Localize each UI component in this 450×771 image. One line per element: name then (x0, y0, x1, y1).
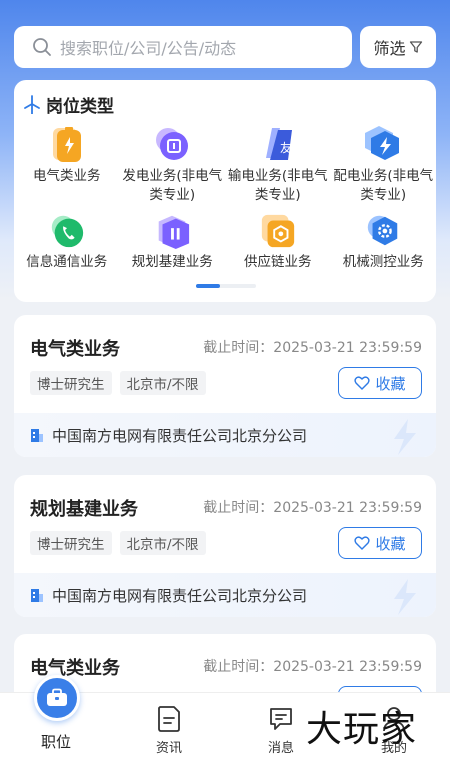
carousel-indicator (196, 284, 256, 288)
search-icon (33, 38, 51, 56)
filter-label: 筛选 (373, 39, 406, 58)
lightning-decoration-icon (394, 579, 416, 615)
tab-label: 消息 (267, 741, 294, 756)
favorite-label: 收藏 (375, 534, 406, 553)
category-item-it-telecom[interactable]: 信息通信业务 (14, 212, 120, 272)
supply-icon (261, 214, 294, 248)
job-title: 电气类业务 (30, 339, 120, 360)
heart-icon (354, 376, 371, 390)
tab-jobs[interactable]: 职位 (0, 675, 112, 771)
category-item-planning[interactable]: 规划基建业务 (120, 212, 226, 272)
category-title: 岗位类型 (22, 92, 114, 117)
company-name: 中国南方电网有限责任公司北京分公司 (52, 426, 308, 445)
tab-active-indicator (34, 675, 80, 721)
search-input[interactable]: 搜索职位/公司/公告/动态 (14, 26, 352, 68)
transmission-icon: 友 (265, 128, 292, 160)
job-deadline: 截止时间：2025-03-21 23:59:59 (203, 659, 422, 675)
top-bar: 搜索职位/公司/公告/动态 筛选 (14, 26, 436, 68)
job-card[interactable]: 规划基建业务 截止时间：2025-03-21 23:59:59 博士研究生 北京… (14, 475, 436, 617)
search-placeholder: 搜索职位/公司/公告/动态 (60, 39, 237, 58)
svg-text:友: 友 (280, 141, 292, 155)
category-label: 供应链业务 (244, 254, 312, 270)
category-label: 机械测控业务 (342, 254, 424, 270)
category-item-power-generation[interactable]: 发电业务(非电气类专业) (120, 124, 226, 212)
education-tag: 博士研究生 (30, 371, 112, 395)
lightning-icon (365, 126, 400, 160)
heart-icon (354, 536, 371, 550)
power-plant-icon (156, 128, 189, 160)
favorite-button[interactable]: 收藏 (338, 527, 422, 559)
news-icon (158, 706, 180, 732)
gear-icon (368, 215, 398, 246)
company-building-icon (31, 429, 43, 442)
wind-turbine-icon (24, 94, 40, 114)
tab-news[interactable]: 资讯 (113, 693, 225, 771)
category-label: 规划基建业务 (131, 254, 213, 270)
job-title: 规划基建业务 (30, 499, 138, 520)
company-row[interactable]: 中国南方电网有限责任公司北京分公司 (14, 413, 436, 457)
category-title-text: 岗位类型 (46, 97, 114, 117)
job-title: 电气类业务 (30, 658, 120, 679)
company-row[interactable]: 中国南方电网有限责任公司北京分公司 (14, 573, 436, 617)
favorite-label: 收藏 (375, 374, 406, 393)
phone-icon (51, 215, 83, 248)
tab-label: 职位 (40, 733, 71, 751)
filter-icon (409, 41, 422, 53)
category-item-distribution[interactable]: 配电业务(非电气类专业) (331, 124, 437, 212)
job-tags: 博士研究生 北京市/不限 (30, 371, 206, 395)
battery-icon (52, 127, 81, 162)
filter-button[interactable]: 筛选 (360, 26, 436, 68)
job-deadline: 截止时间：2025-03-21 23:59:59 (203, 500, 422, 516)
building-icon (158, 215, 190, 250)
job-deadline: 截止时间：2025-03-21 23:59:59 (203, 340, 422, 356)
category-item-transmission[interactable]: 友 输电业务(非电气类专业) (225, 124, 331, 212)
company-building-icon (31, 589, 43, 602)
category-item-electrical[interactable]: 电气类业务 (14, 124, 120, 212)
category-label: 配电业务(非电气类专业) (333, 168, 434, 203)
favorite-button[interactable]: 收藏 (338, 367, 422, 399)
lightning-decoration-icon (394, 419, 416, 455)
carousel-indicator-active (196, 284, 220, 288)
category-grid: 电气类业务 发电业务(非电气类专业) 友 输电业务(非电气类专业) 配电业务(非… (14, 124, 436, 272)
category-label: 信息通信业务 (26, 254, 108, 270)
location-tag: 北京市/不限 (119, 371, 206, 395)
education-tag: 博士研究生 (30, 531, 112, 555)
job-category-panel: 岗位类型 电气类业务 发电业务(非电气类专业) 友 输电业务(非电气类专业) 配… (14, 80, 436, 302)
category-label: 发电业务(非电气类专业) (122, 168, 223, 203)
category-item-supply-chain[interactable]: 供应链业务 (225, 212, 331, 272)
category-label: 电气类业务 (33, 168, 101, 184)
job-card[interactable]: 电气类业务 截止时间：2025-03-21 23:59:59 博士研究生 北京市… (14, 315, 436, 457)
company-name: 中国南方电网有限责任公司北京分公司 (52, 586, 308, 605)
location-tag: 北京市/不限 (119, 531, 206, 555)
watermark-text: 大玩家 (306, 709, 418, 750)
briefcase-icon (47, 688, 67, 706)
category-item-mechanical[interactable]: 机械测控业务 (331, 212, 437, 272)
category-label: 输电业务(非电气类专业) (227, 168, 328, 203)
job-tags: 博士研究生 北京市/不限 (30, 531, 206, 555)
message-icon (270, 708, 292, 730)
tab-label: 资讯 (155, 741, 182, 756)
